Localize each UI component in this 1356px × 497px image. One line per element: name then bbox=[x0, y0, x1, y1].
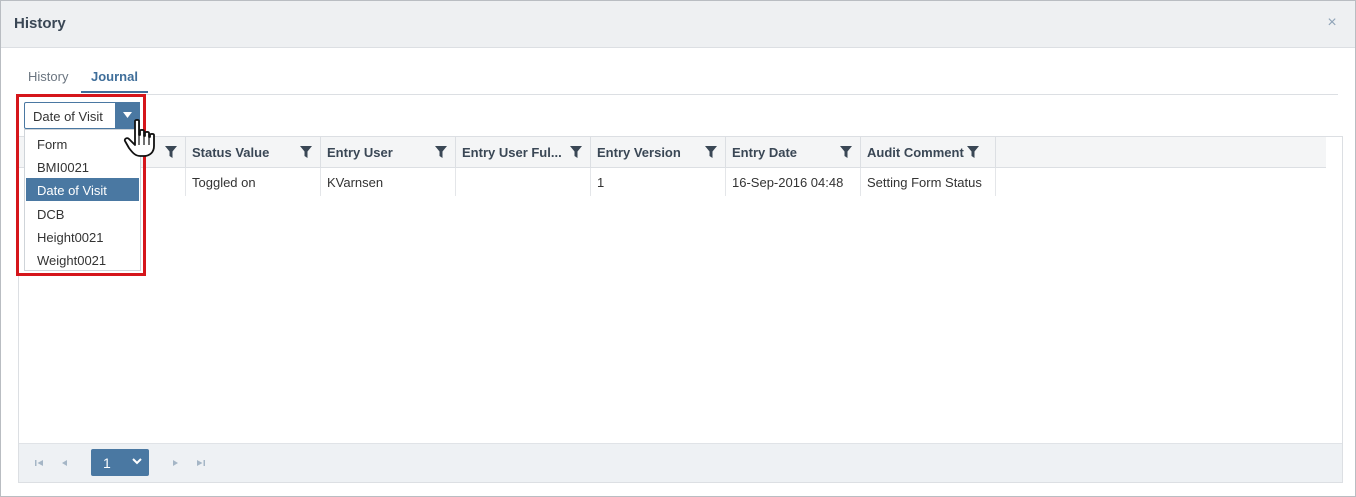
dropdown-option-form[interactable]: Form bbox=[26, 132, 139, 155]
page-select-value: 1 bbox=[103, 455, 111, 471]
column-header-entry-user-full[interactable]: Entry User Ful... bbox=[456, 137, 591, 167]
filter-icon[interactable] bbox=[300, 146, 312, 158]
dropdown-option-weight0021[interactable]: Weight0021 bbox=[26, 248, 139, 271]
column-header-label: Entry Version bbox=[597, 145, 681, 160]
close-icon[interactable]: × bbox=[1323, 14, 1341, 32]
tab-journal[interactable]: Journal bbox=[81, 69, 148, 93]
table-cell: 16-Sep-2016 04:48 bbox=[726, 168, 861, 196]
first-page-icon[interactable] bbox=[33, 457, 45, 469]
grid-header: Status Value Entry User Entry User Ful..… bbox=[19, 137, 1326, 168]
filter-icon[interactable] bbox=[165, 146, 177, 158]
column-header-entry-date[interactable]: Entry Date bbox=[726, 137, 861, 167]
dropdown-option-date-of-visit[interactable]: Date of Visit bbox=[26, 178, 139, 201]
last-page-icon[interactable] bbox=[195, 457, 207, 469]
journal-grid: Status Value Entry User Entry User Ful..… bbox=[18, 136, 1343, 483]
table-cell: KVarnsen bbox=[321, 168, 456, 196]
dropdown-option-height0021[interactable]: Height0021 bbox=[26, 225, 139, 248]
field-select[interactable]: Date of Visit bbox=[24, 102, 140, 129]
chevron-down-icon bbox=[132, 458, 142, 465]
tab-strip: History Journal bbox=[18, 61, 1338, 95]
column-header-label: Status Value bbox=[192, 145, 270, 160]
filter-icon[interactable] bbox=[840, 146, 852, 158]
previous-page-icon[interactable] bbox=[59, 457, 71, 469]
dropdown-arrow-button[interactable] bbox=[115, 102, 140, 129]
filter-icon[interactable] bbox=[967, 146, 979, 158]
table-cell: Toggled on bbox=[186, 168, 321, 196]
filter-icon[interactable] bbox=[435, 146, 447, 158]
dropdown-option-bmi0021[interactable]: BMI0021 bbox=[26, 155, 139, 178]
caret-down-icon bbox=[123, 112, 132, 119]
column-header-label: Audit Comment bbox=[867, 145, 964, 160]
table-cell bbox=[456, 168, 591, 196]
table-cell: 1 bbox=[591, 168, 726, 196]
filter-icon[interactable] bbox=[570, 146, 582, 158]
column-header-entry-user[interactable]: Entry User bbox=[321, 137, 456, 167]
pager: 1 bbox=[19, 443, 1342, 482]
page-select[interactable]: 1 bbox=[91, 449, 149, 476]
field-select-value: Date of Visit bbox=[33, 109, 103, 124]
filter-icon[interactable] bbox=[705, 146, 717, 158]
column-header-label: Entry User Ful... bbox=[462, 145, 562, 160]
history-dialog: History × History Journal Date of Visit … bbox=[0, 0, 1356, 497]
field-select-dropdown-list: Form BMI0021 Date of Visit DCB Height002… bbox=[24, 129, 141, 271]
column-header-label: Entry Date bbox=[732, 145, 798, 160]
next-page-icon[interactable] bbox=[169, 457, 181, 469]
table-row[interactable]: Toggled on KVarnsen 1 16-Sep-2016 04:48 … bbox=[19, 168, 1342, 196]
table-cell: Setting Form Status bbox=[861, 168, 996, 196]
column-header-label: Entry User bbox=[327, 145, 393, 160]
dropdown-option-dcb[interactable]: DCB bbox=[26, 202, 139, 225]
dialog-titlebar: History × bbox=[1, 1, 1355, 48]
column-header-audit-comment[interactable]: Audit Comment bbox=[861, 137, 996, 167]
column-header-status-value[interactable]: Status Value bbox=[186, 137, 321, 167]
tab-history[interactable]: History bbox=[28, 69, 68, 84]
dialog-title: History bbox=[14, 15, 66, 32]
column-header-entry-version[interactable]: Entry Version bbox=[591, 137, 726, 167]
